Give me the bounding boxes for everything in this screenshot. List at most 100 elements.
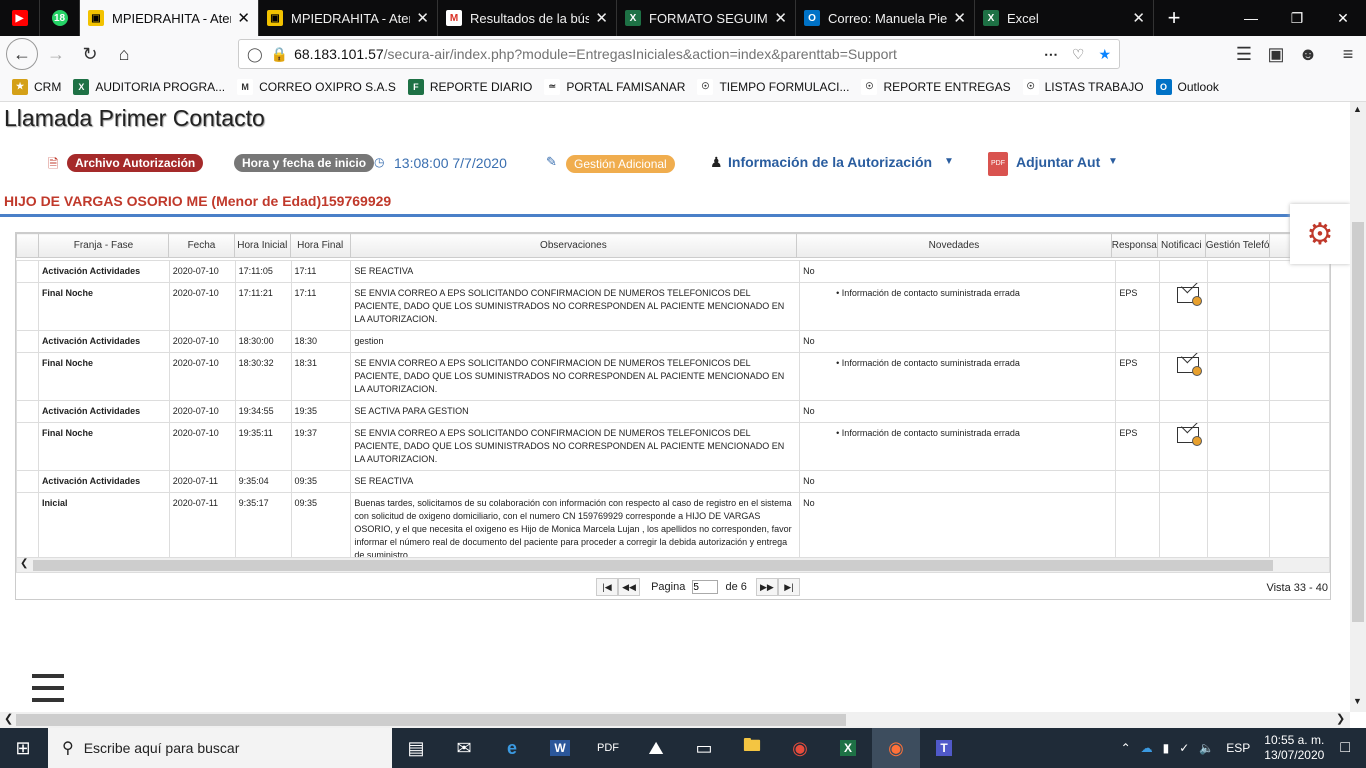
back-button[interactable]: ← xyxy=(6,38,38,70)
col-header-fecha[interactable]: Fecha xyxy=(168,233,235,258)
edge-icon[interactable]: e xyxy=(488,728,536,768)
col-header-hora-final[interactable]: Hora Final xyxy=(289,233,351,258)
bookmark-item[interactable]: ☉ TIEMPO FORMULACI... xyxy=(697,78,849,95)
onedrive-icon[interactable]: ☁ xyxy=(1141,741,1153,755)
sidebar-icon[interactable]: ▣ xyxy=(1260,38,1292,70)
prev-page-button[interactable]: ◀◀ xyxy=(618,578,640,596)
battery-icon[interactable]: ▮ xyxy=(1163,741,1170,755)
browser-tab[interactable]: X FORMATO SEGUIMIEN ✕ xyxy=(617,0,796,36)
col-header-responsable[interactable]: Responsa xyxy=(1110,233,1158,258)
close-tab-icon[interactable]: ✕ xyxy=(774,9,787,27)
file-explorer-icon[interactable]: 🖿 xyxy=(728,728,776,768)
bookmark-item[interactable]: O Outlook xyxy=(1155,78,1219,95)
scroll-thumb[interactable] xyxy=(33,560,1273,571)
page-vertical-scrollbar[interactable]: ▲ ▼ xyxy=(1350,102,1366,712)
col-header-observaciones[interactable]: Observaciones xyxy=(349,233,798,258)
language-indicator[interactable]: ESP xyxy=(1226,741,1250,755)
bookmark-star-icon[interactable]: ★ xyxy=(1098,46,1111,63)
menu-icon[interactable]: ≡ xyxy=(1332,38,1364,70)
chrome-icon[interactable]: ◉ xyxy=(776,728,824,768)
settings-gear-icon[interactable]: ⚙ xyxy=(1290,204,1350,264)
taskbar-search[interactable]: ⚲ Escribe aquí para buscar xyxy=(48,728,392,768)
volume-icon[interactable]: 🔈 xyxy=(1199,741,1214,755)
col-header-gestion-telefonica[interactable]: Gestión Telefó xyxy=(1204,233,1271,258)
col-header-novedades[interactable]: Novedades xyxy=(796,233,1112,258)
scroll-left-icon[interactable]: ❮ xyxy=(4,712,13,725)
tablet-icon[interactable]: ▭ xyxy=(680,728,728,768)
archivo-autorizacion-button[interactable]: Archivo Autorización xyxy=(67,154,204,172)
pocket-icon[interactable]: ♡ xyxy=(1072,46,1085,63)
close-window-icon[interactable]: ✕ xyxy=(1320,0,1366,36)
close-tab-icon[interactable]: ✕ xyxy=(1132,9,1145,27)
excel-icon[interactable]: X xyxy=(824,728,872,768)
table-row[interactable]: Final Noche 2020-07-10 17:11:21 17:11 SE ENV… xyxy=(16,282,1330,331)
clock[interactable]: 10:55 a. m. 13/07/2020 xyxy=(1264,733,1324,763)
table-row[interactable]: Activación Actividades 2020-07-10 19:34:55… xyxy=(16,400,1330,423)
bookmark-item[interactable]: X AUDITORIA PROGRA... xyxy=(73,78,225,95)
teams-icon[interactable]: T xyxy=(920,728,968,768)
forward-button[interactable]: → xyxy=(40,38,72,70)
chevron-up-icon[interactable]: ⌃ xyxy=(1121,741,1131,755)
browser-tab[interactable]: ▶ xyxy=(0,0,40,36)
hamburger-menu-icon[interactable] xyxy=(32,674,64,702)
last-page-button[interactable]: ▶| xyxy=(777,578,800,596)
close-tab-icon[interactable]: ✕ xyxy=(237,9,250,27)
browser-tab[interactable]: 18 xyxy=(40,0,80,36)
reload-button[interactable]: ↻ xyxy=(74,38,106,70)
scroll-up-icon[interactable]: ▲ xyxy=(1353,104,1362,114)
close-tab-icon[interactable]: ✕ xyxy=(416,9,429,27)
table-row[interactable]: Inicial 2020-07-11 9:35:17 09:35 Buenas tard… xyxy=(16,492,1330,567)
notifications-icon[interactable]: □ xyxy=(1340,739,1350,757)
bookmark-item[interactable]: ≃ PORTAL FAMISANAR xyxy=(544,78,685,95)
browser-tab[interactable]: M Resultados de la búsqu ✕ xyxy=(438,0,617,36)
close-tab-icon[interactable]: ✕ xyxy=(953,9,966,27)
scroll-left-icon[interactable]: ❮ xyxy=(20,558,28,569)
task-view-icon[interactable]: ▤ xyxy=(392,728,440,768)
mail-notification-icon[interactable] xyxy=(1177,357,1203,376)
wifi-icon[interactable]: ✓ xyxy=(1179,741,1189,755)
first-page-button[interactable]: |◀ xyxy=(596,578,618,596)
next-page-button[interactable]: ▶▶ xyxy=(755,578,778,596)
gestion-adicional-button[interactable]: Gestión Adicional xyxy=(566,155,675,173)
table-row[interactable]: Final Noche 2020-07-10 19:35:11 19:37 SE ENV… xyxy=(16,422,1330,471)
mail-notification-icon[interactable] xyxy=(1177,287,1203,306)
adjuntar-aut-dropdown[interactable]: Adjuntar Aut xyxy=(1016,154,1100,170)
close-tab-icon[interactable]: ✕ xyxy=(595,9,608,27)
photos-icon[interactable]: ⛰ xyxy=(632,728,680,768)
scroll-down-icon[interactable]: ▼ xyxy=(1353,696,1362,706)
firefox-icon[interactable]: ◉ xyxy=(872,728,920,768)
windows-start-icon[interactable]: ⊞ xyxy=(0,728,46,768)
table-row[interactable]: Activación Actividades 2020-07-10 18:30:00… xyxy=(16,330,1330,353)
bookmark-item[interactable]: F REPORTE DIARIO xyxy=(407,78,532,95)
browser-tab[interactable]: X Excel ✕ xyxy=(975,0,1154,36)
scroll-thumb[interactable] xyxy=(1352,222,1364,622)
mail-notification-icon[interactable] xyxy=(1177,427,1203,446)
scroll-thumb[interactable] xyxy=(16,714,846,726)
account-icon[interactable]: ☻ xyxy=(1292,38,1324,70)
table-row[interactable]: Final Noche 2020-07-10 18:30:32 18:31 SE ENV… xyxy=(16,352,1330,401)
restore-icon[interactable]: ❐ xyxy=(1274,0,1320,36)
browser-tab[interactable]: ▣ MPIEDRAHITA - Atenc ✕ xyxy=(80,0,259,36)
home-button[interactable]: ⌂ xyxy=(108,38,140,70)
col-header-fase[interactable]: Franja - Fase xyxy=(37,233,170,258)
col-header-hora-inicial[interactable]: Hora Inicial xyxy=(233,233,291,258)
bookmark-item[interactable]: M CORREO OXIPRO S.A.S xyxy=(237,78,396,95)
table-row[interactable]: Activación Actividades 2020-07-11 9:35:04 0… xyxy=(16,470,1330,493)
mail-app-icon[interactable]: ✉ xyxy=(440,728,488,768)
bookmark-item[interactable]: ☉ LISTAS TRABAJO xyxy=(1022,78,1144,95)
bookmark-item[interactable]: ☉ REPORTE ENTREGAS xyxy=(861,78,1011,95)
word-icon[interactable]: W xyxy=(536,728,584,768)
informacion-autorizacion-dropdown[interactable]: Información de la Autorización xyxy=(728,154,932,170)
browser-tab[interactable]: O Correo: Manuela Piedr ✕ xyxy=(796,0,975,36)
table-row[interactable]: Activación Actividades 2020-07-10 17:11:05… xyxy=(16,260,1330,283)
new-tab-button[interactable]: + xyxy=(1154,0,1194,36)
library-icon[interactable]: ☰ xyxy=(1228,38,1260,70)
minimize-icon[interactable]: — xyxy=(1228,0,1274,36)
page-horizontal-scrollbar[interactable]: ❮ ❯ xyxy=(0,712,1350,728)
grid-horizontal-scrollbar[interactable]: ❮ xyxy=(16,557,1330,573)
col-header-notificacion[interactable]: Notificaci xyxy=(1156,233,1206,258)
url-bar[interactable]: ◯ 🔒 68.183.101.57/secura-air/index.php?m… xyxy=(238,39,1120,69)
pdf-app-icon[interactable]: PDF xyxy=(584,728,632,768)
browser-tab[interactable]: ▣ MPIEDRAHITA - Atenc ✕ xyxy=(259,0,438,36)
bookmark-item[interactable]: ★ CRM xyxy=(12,78,61,95)
